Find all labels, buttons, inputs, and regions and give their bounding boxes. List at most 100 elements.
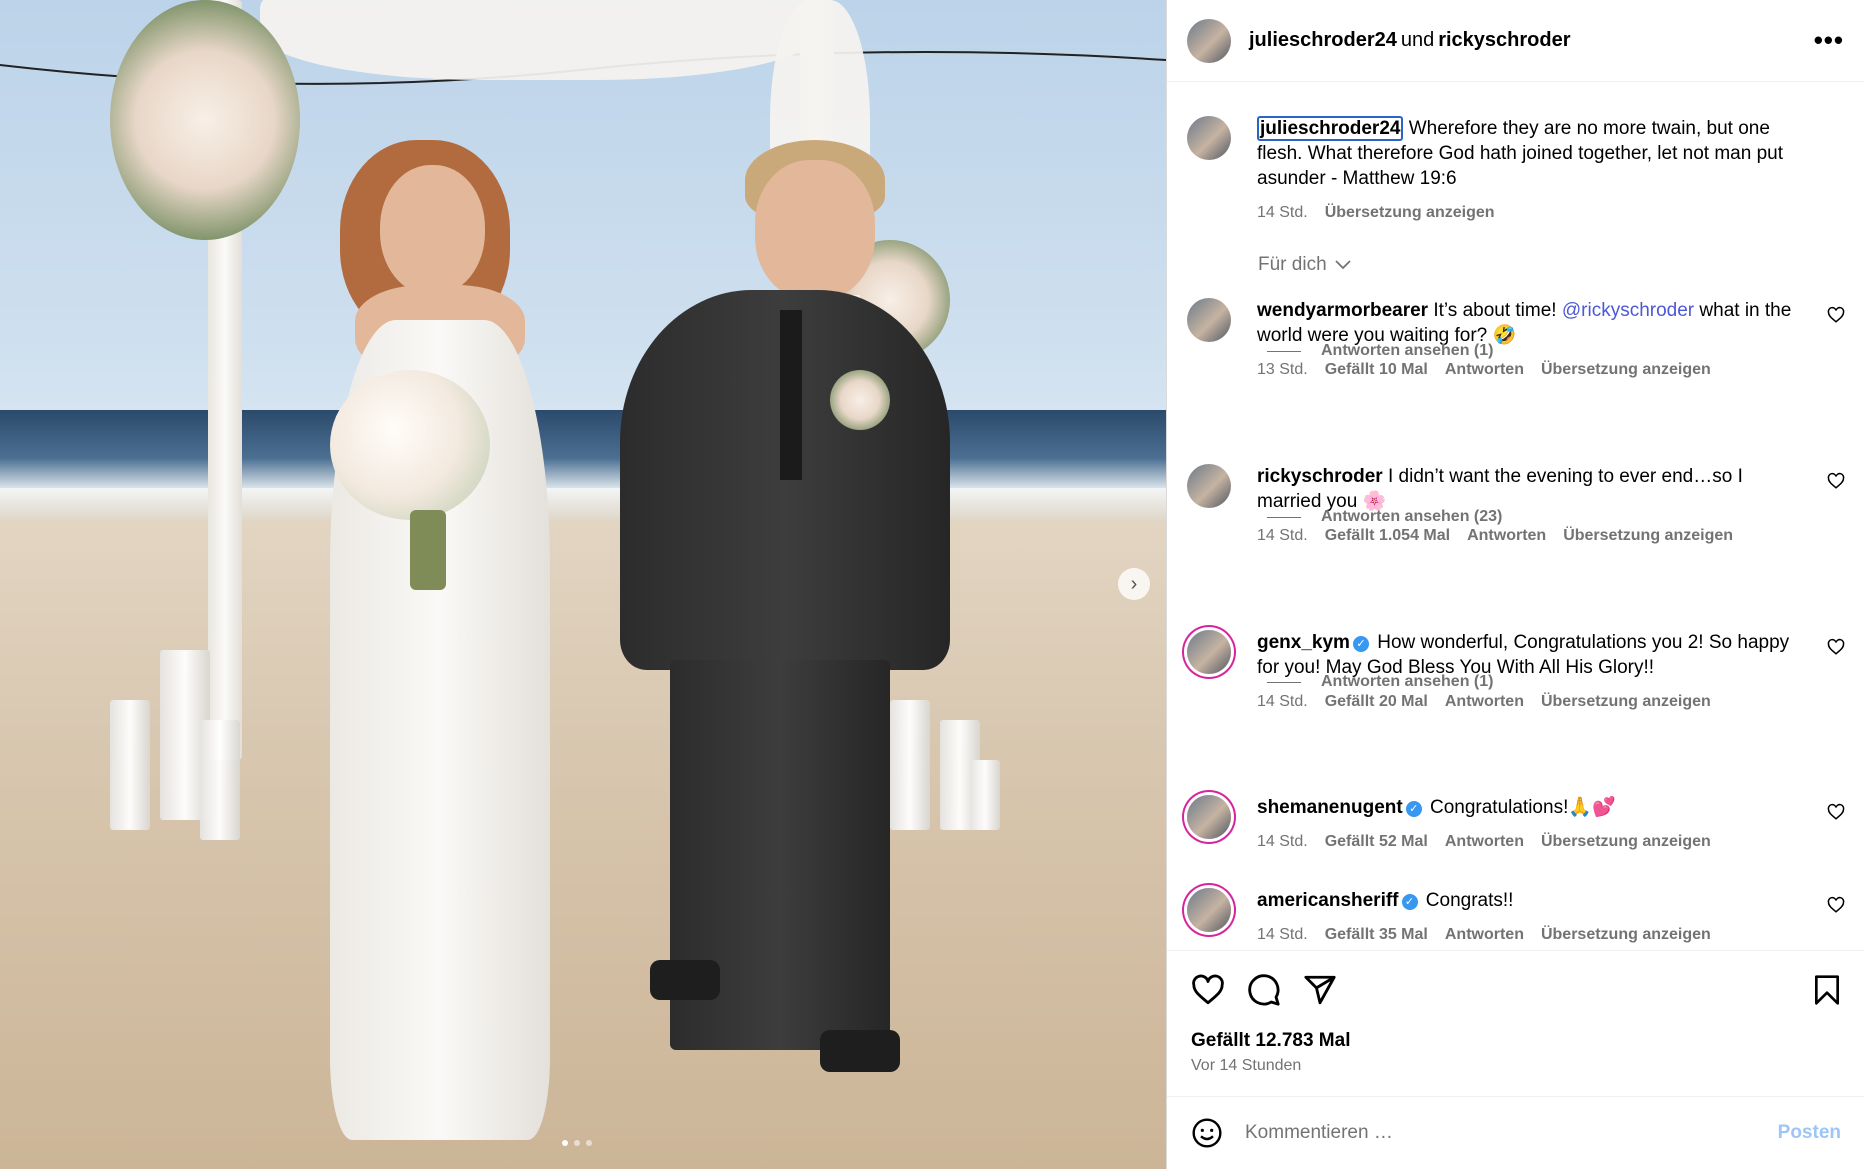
comment-like-heart-icon[interactable]	[1827, 472, 1845, 490]
candle	[890, 700, 930, 830]
carousel-dot	[586, 1140, 592, 1146]
post-header: julieschroder24 und rickyschroder •••	[1167, 0, 1864, 82]
header-user2[interactable]: rickyschroder	[1438, 29, 1570, 51]
comment-username[interactable]: americansheriff	[1257, 890, 1399, 911]
comment-like-heart-icon[interactable]	[1827, 638, 1845, 656]
groom-shoe	[650, 960, 720, 1000]
comment-username[interactable]: shemanenugent	[1257, 797, 1403, 818]
view-replies-label: Antworten ansehen (1)	[1321, 673, 1494, 690]
comment-avatar[interactable]	[1187, 888, 1231, 932]
header-usernames: julieschroder24 und rickyschroder	[1249, 29, 1571, 52]
comment-time[interactable]: 14 Std.	[1257, 689, 1308, 714]
comment-item: rickyschroder I didn’t want the evening …	[1187, 464, 1845, 548]
replies-line	[1267, 681, 1301, 683]
post-likes-count[interactable]: Gefällt 12.783 Mal	[1191, 1030, 1350, 1052]
bookmark-icon[interactable]	[1811, 973, 1843, 1007]
comment-likes[interactable]: Gefällt 52 Mal	[1325, 829, 1428, 854]
verified-badge-icon: ✓	[1352, 636, 1369, 652]
post-actions: Gefällt 12.783 Mal Vor 14 Stunden	[1167, 950, 1864, 1096]
comment-item: americansheriff ✓ Congrats!! 14 Std. Gefä…	[1187, 888, 1845, 947]
view-replies-label: Antworten ansehen (1)	[1321, 342, 1494, 359]
verified-badge-icon: ✓	[1405, 801, 1422, 817]
comment-likes[interactable]: Gefällt 10 Mal	[1325, 357, 1428, 382]
post-panel: julieschroder24 und rickyschroder ••• juli…	[1166, 0, 1864, 1169]
post-photo[interactable]: ›	[0, 0, 1166, 1169]
comment-avatar[interactable]	[1187, 630, 1231, 674]
comment-text: Congrats!!	[1425, 890, 1514, 911]
comment-time[interactable]: 14 Std.	[1257, 829, 1308, 854]
comment-reply-button[interactable]: Antworten	[1445, 689, 1524, 714]
comment-input[interactable]	[1245, 1122, 1778, 1144]
emoji-icon[interactable]	[1191, 1117, 1223, 1149]
chevron-down-icon	[1335, 260, 1351, 270]
comment-username[interactable]: rickyschroder	[1257, 466, 1383, 487]
comment-like-heart-icon[interactable]	[1827, 803, 1845, 821]
arch-drape	[260, 0, 820, 80]
caption-translate[interactable]: Übersetzung anzeigen	[1325, 200, 1495, 225]
post-timestamp[interactable]: Vor 14 Stunden	[1191, 1057, 1301, 1075]
caption-time[interactable]: 14 Std.	[1257, 200, 1308, 225]
comment-username[interactable]: genx_kym	[1257, 632, 1350, 653]
bride-bouquet	[330, 370, 490, 520]
view-replies-label: Antworten ansehen (23)	[1321, 508, 1503, 525]
replies-line	[1267, 516, 1301, 518]
comment-filter-label: Für dich	[1258, 254, 1327, 275]
comment-likes[interactable]: Gefällt 1.054 Mal	[1325, 523, 1450, 548]
comment-username[interactable]: wendyarmorbearer	[1257, 300, 1428, 321]
comment-time[interactable]: 14 Std.	[1257, 922, 1308, 947]
comments-list[interactable]: julieschroder24 Wherefore they are no mo…	[1167, 82, 1864, 950]
photo-surf	[0, 488, 1166, 524]
comment-like-heart-icon[interactable]	[1827, 306, 1845, 324]
comment-mention[interactable]: @rickyschroder	[1562, 300, 1694, 321]
comment-reply-button[interactable]: Antworten	[1445, 829, 1524, 854]
comment-icon[interactable]	[1247, 973, 1281, 1007]
bride-face	[380, 165, 485, 295]
comment-avatar[interactable]	[1187, 795, 1231, 839]
share-send-icon[interactable]	[1303, 973, 1337, 1007]
carousel-next-button[interactable]: ›	[1118, 568, 1150, 600]
comment-avatar[interactable]	[1187, 298, 1231, 342]
heart-icon[interactable]	[1191, 973, 1225, 1007]
comment-translate[interactable]: Übersetzung anzeigen	[1541, 922, 1711, 947]
caption-username[interactable]: julieschroder24	[1257, 116, 1404, 141]
comment-reply-button[interactable]: Antworten	[1467, 523, 1546, 548]
boutonniere	[830, 370, 890, 430]
comment-item: shemanenugent ✓ Congratulations!🙏💕 14 Std…	[1187, 795, 1845, 854]
comment-likes[interactable]: Gefällt 35 Mal	[1325, 922, 1428, 947]
comment-translate[interactable]: Übersetzung anzeigen	[1541, 357, 1711, 382]
more-horizontal-icon[interactable]: •••	[1814, 25, 1844, 56]
comment-reply-button[interactable]: Antworten	[1445, 357, 1524, 382]
candle	[200, 720, 240, 840]
candle	[110, 700, 150, 830]
comment-filter-dropdown[interactable]: Für dich	[1258, 254, 1351, 276]
comment-item: wendyarmorbearer It’s about time! @ricky…	[1187, 298, 1845, 382]
comment-translate[interactable]: Übersetzung anzeigen	[1541, 689, 1711, 714]
view-replies-button[interactable]: Antworten ansehen (23)	[1267, 508, 1502, 526]
post-comment-button[interactable]: Posten	[1778, 1122, 1841, 1144]
comment-reply-button[interactable]: Antworten	[1445, 922, 1524, 947]
comment-likes[interactable]: Gefällt 20 Mal	[1325, 689, 1428, 714]
caption: julieschroder24 Wherefore they are no mo…	[1187, 116, 1845, 225]
carousel-dot	[574, 1140, 580, 1146]
header-avatar[interactable]	[1187, 18, 1231, 63]
caption-avatar[interactable]	[1187, 116, 1231, 160]
groom-shoe	[820, 1030, 900, 1072]
replies-line	[1267, 350, 1301, 352]
photo-ocean	[0, 410, 1166, 490]
comment-avatar[interactable]	[1187, 464, 1231, 508]
bouquet-stems	[410, 510, 446, 590]
header-user1[interactable]: julieschroder24	[1249, 29, 1397, 51]
groom-tie	[780, 310, 802, 480]
view-replies-button[interactable]: Antworten ansehen (1)	[1267, 342, 1493, 360]
comment-time[interactable]: 13 Std.	[1257, 357, 1308, 382]
arch-flowers-left	[110, 0, 300, 240]
comment-translate[interactable]: Übersetzung anzeigen	[1541, 829, 1711, 854]
comment-like-heart-icon[interactable]	[1827, 896, 1845, 914]
comment-time[interactable]: 14 Std.	[1257, 523, 1308, 548]
comment-composer: Posten	[1167, 1096, 1864, 1169]
comment-translate[interactable]: Übersetzung anzeigen	[1563, 523, 1733, 548]
verified-badge-icon: ✓	[1401, 894, 1418, 910]
header-joiner: und	[1400, 29, 1435, 51]
view-replies-button[interactable]: Antworten ansehen (1)	[1267, 673, 1493, 691]
comment-item: genx_kym ✓ How wonderful, Congratulations…	[1187, 630, 1845, 714]
